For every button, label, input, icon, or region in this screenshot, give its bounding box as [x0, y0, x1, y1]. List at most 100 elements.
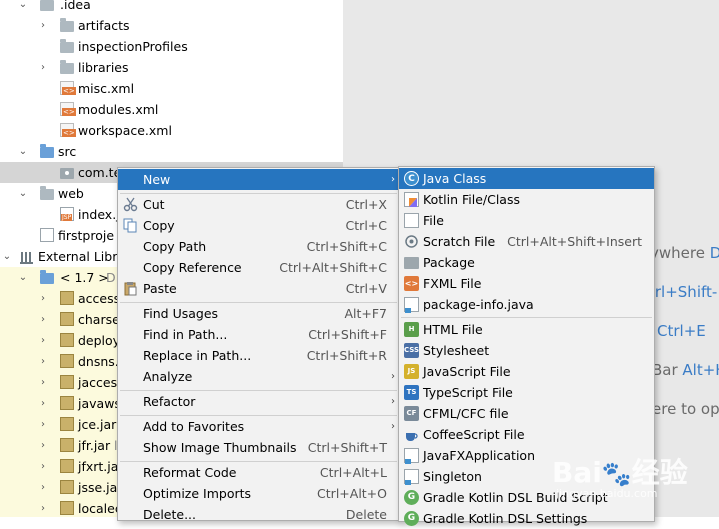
chevron-right-icon[interactable]: › — [38, 393, 48, 414]
tree-row-libraries[interactable]: › libraries — [0, 57, 343, 78]
menu-item-copy-reference[interactable]: Copy Reference Ctrl+Alt+Shift+C — [118, 257, 399, 278]
chevron-down-icon[interactable]: ⌄ — [18, 267, 28, 288]
xml-file-icon — [60, 81, 76, 95]
file-icon — [404, 213, 419, 228]
menu-item-show-image-thumbnails[interactable]: Show Image Thumbnails Ctrl+Shift+T — [118, 437, 399, 458]
menu-item-fxml-file[interactable]: <> FXML File — [399, 273, 654, 294]
java-file-icon — [404, 448, 419, 464]
tree-label: javaws — [78, 396, 121, 411]
tree-label: workspace.xml — [78, 123, 172, 138]
tree-label: misc.xml — [78, 81, 135, 96]
jar-icon — [60, 459, 74, 473]
jar-icon — [60, 312, 74, 326]
menu-item-refactor[interactable]: Refactor › — [118, 391, 399, 412]
menu-item-java-class[interactable]: C Java Class — [399, 168, 654, 189]
menu-item-stylesheet[interactable]: CSS Stylesheet — [399, 340, 654, 361]
tree-row-idea[interactable]: ⌄ .idea — [0, 0, 343, 15]
menu-item-analyze[interactable]: Analyze › — [118, 366, 399, 387]
library-icon — [20, 249, 33, 264]
tree-row-misc-xml[interactable]: misc.xml — [0, 78, 343, 99]
jar-icon — [60, 354, 74, 368]
tree-label: modules.xml — [78, 102, 159, 117]
folder-icon — [60, 60, 74, 74]
tree-label: libraries — [78, 60, 129, 75]
typescript-file-icon: TS — [404, 385, 419, 400]
menu-item-typescript-file[interactable]: TS TypeScript File — [399, 382, 654, 403]
tree-row-workspace-xml[interactable]: workspace.xml — [0, 120, 343, 141]
menu-item-add-to-favorites[interactable]: Add to Favorites › — [118, 416, 399, 437]
chevron-right-icon[interactable]: › — [38, 309, 48, 330]
cfml-file-icon: CF — [404, 406, 419, 421]
chevron-down-icon[interactable]: ⌄ — [2, 246, 12, 267]
java-file-icon — [404, 297, 419, 313]
chevron-right-icon[interactable]: › — [38, 351, 48, 372]
folder-icon — [40, 186, 54, 200]
menu-item-cfml-file[interactable]: CF CFML/CFC file — [399, 403, 654, 424]
jar-icon — [60, 333, 74, 347]
xml-file-icon — [60, 102, 76, 116]
chevron-right-icon[interactable]: › — [38, 435, 48, 456]
tree-label: .idea — [60, 0, 91, 12]
menu-item-scratch-file[interactable]: Scratch File Ctrl+Alt+Shift+Insert — [399, 231, 654, 252]
menu-item-optimize-imports[interactable]: Optimize Imports Ctrl+Alt+O — [118, 483, 399, 504]
menu-item-find-usages[interactable]: Find Usages Alt+F7 — [118, 303, 399, 324]
package-icon — [404, 257, 419, 269]
tree-label: com.te — [78, 165, 122, 180]
gradle-icon: G — [404, 511, 419, 526]
tree-label: localec — [78, 501, 122, 516]
chevron-down-icon[interactable]: ⌄ — [18, 0, 28, 15]
tree-label: dnsns.j — [78, 354, 123, 369]
menu-item-copy-path[interactable]: Copy Path Ctrl+Shift+C — [118, 236, 399, 257]
tree-label: src — [58, 144, 77, 159]
chevron-right-icon[interactable]: › — [38, 15, 48, 36]
chevron-right-icon[interactable]: › — [38, 477, 48, 498]
menu-item-file[interactable]: File — [399, 210, 654, 231]
menu-item-gradle-kotlin-settings[interactable]: G Gradle Kotlin DSL Settings — [399, 508, 654, 529]
menu-item-html-file[interactable]: H HTML File — [399, 319, 654, 340]
chevron-right-icon[interactable]: › — [38, 456, 48, 477]
chevron-right-icon[interactable]: › — [38, 288, 48, 309]
paste-icon — [123, 281, 138, 296]
tree-label: artifacts — [78, 18, 130, 33]
xml-file-icon — [60, 123, 76, 137]
menu-item-new[interactable]: New › — [118, 169, 399, 190]
tree-row-src[interactable]: ⌄ src — [0, 141, 343, 162]
menu-item-paste[interactable]: Paste Ctrl+V — [118, 278, 399, 299]
folder-icon — [60, 39, 74, 53]
chevron-right-icon[interactable]: › — [38, 330, 48, 351]
menu-item-replace-in-path[interactable]: Replace in Path... Ctrl+Shift+R — [118, 345, 399, 366]
tree-label: web — [58, 186, 84, 201]
folder-icon — [40, 0, 54, 11]
editor-hint: Ctrl+E — [657, 322, 706, 340]
tree-label: jsse.jar — [78, 480, 123, 495]
menu-item-javascript-file[interactable]: JS JavaScript File — [399, 361, 654, 382]
chevron-right-icon[interactable]: › — [38, 57, 48, 78]
chevron-right-icon[interactable]: › — [38, 372, 48, 393]
tree-row-modules-xml[interactable]: modules.xml — [0, 99, 343, 120]
chevron-right-icon[interactable]: › — [38, 414, 48, 435]
menu-item-delete[interactable]: Delete... Delete — [118, 504, 399, 525]
editor-hint: Bar Alt+H — [652, 361, 719, 379]
javascript-file-icon: JS — [404, 364, 419, 379]
jdk-folder-icon — [40, 270, 54, 284]
tree-label: inspectionProfiles — [78, 39, 188, 54]
menu-item-package-info[interactable]: package-info.java — [399, 294, 654, 315]
css-file-icon: CSS — [404, 343, 419, 358]
menu-item-cut[interactable]: Cut Ctrl+X — [118, 194, 399, 215]
chevron-right-icon[interactable]: › — [38, 498, 48, 517]
chevron-down-icon[interactable]: ⌄ — [18, 183, 28, 204]
jar-icon — [60, 480, 74, 494]
coffeescript-file-icon — [404, 427, 419, 442]
menu-item-find-in-path[interactable]: Find in Path... Ctrl+Shift+F — [118, 324, 399, 345]
fxml-file-icon: <> — [404, 276, 419, 291]
tree-row-artifacts[interactable]: › artifacts — [0, 15, 343, 36]
menu-item-copy[interactable]: Copy Ctrl+C — [118, 215, 399, 236]
editor-hint: trl+Shift- — [649, 283, 718, 301]
menu-item-kotlin-file[interactable]: Kotlin File/Class — [399, 189, 654, 210]
menu-item-package[interactable]: Package — [399, 252, 654, 273]
tree-label: firstproje — [58, 228, 115, 243]
chevron-down-icon[interactable]: ⌄ — [18, 141, 28, 162]
menu-item-reformat-code[interactable]: Reformat Code Ctrl+Alt+L — [118, 462, 399, 483]
tree-row-inspectionprofiles[interactable]: inspectionProfiles — [0, 36, 343, 57]
menu-item-coffeescript-file[interactable]: CoffeeScript File — [399, 424, 654, 445]
